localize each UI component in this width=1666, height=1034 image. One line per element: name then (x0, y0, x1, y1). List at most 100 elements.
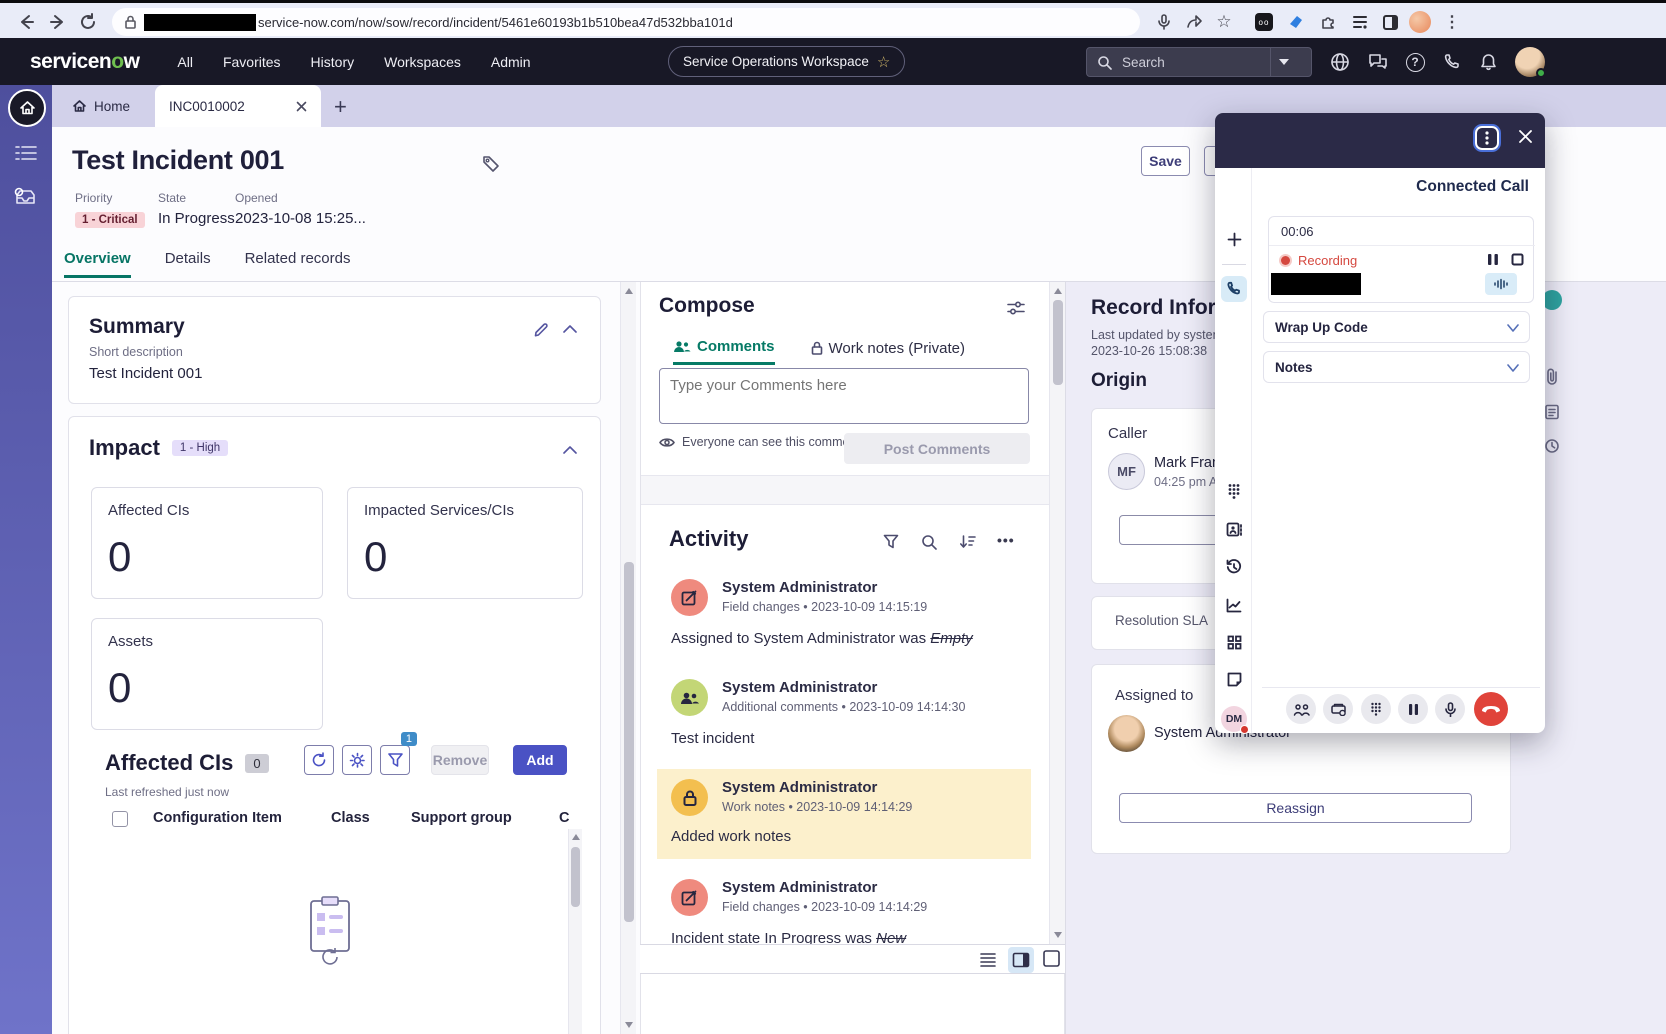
browser-forward-icon[interactable] (46, 10, 70, 34)
reading-list-icon[interactable] (1348, 10, 1372, 34)
servicenow-logo[interactable]: servicenow (30, 50, 139, 74)
remove-button[interactable]: Remove (431, 745, 489, 775)
nav-history[interactable]: History (311, 54, 355, 70)
col-configuration-item[interactable]: Configuration Item (153, 810, 282, 826)
col-support-group[interactable]: Support group (411, 810, 512, 826)
add-button[interactable]: Add (513, 745, 567, 775)
browser-refresh-icon[interactable] (76, 10, 100, 34)
browser-profile-avatar[interactable] (1408, 10, 1432, 34)
assignee-avatar[interactable] (1108, 715, 1145, 752)
search-input[interactable] (1120, 54, 1270, 71)
col-truncated[interactable]: C (559, 810, 569, 826)
share-icon[interactable] (1182, 10, 1206, 34)
mic-permission-icon[interactable] (1152, 10, 1176, 34)
stat-affected-cis[interactable]: Affected CIs 0 (91, 487, 323, 599)
tag-icon[interactable] (482, 155, 500, 173)
rail-list-icon[interactable] (15, 145, 37, 161)
extension-dark-icon[interactable]: oo (1252, 10, 1276, 34)
tab-home[interactable]: Home (56, 85, 146, 127)
hold-call-icon[interactable] (1398, 694, 1428, 724)
stat-assets[interactable]: Assets 0 (91, 618, 323, 730)
history-rail-icon[interactable] (1544, 438, 1576, 454)
chat-icon[interactable] (1363, 47, 1393, 77)
attachment-icon[interactable] (1544, 368, 1576, 386)
activity-scrollbar[interactable] (1049, 282, 1065, 944)
notes-expander[interactable]: Notes (1263, 351, 1530, 383)
caller-avatar[interactable]: MF (1108, 453, 1145, 490)
caller-name[interactable]: Mark Fran (1154, 455, 1220, 471)
search-context-dropdown[interactable] (1270, 48, 1297, 76)
stop-recording-icon[interactable] (1511, 253, 1524, 266)
activity-search-icon[interactable] (921, 534, 937, 550)
call-panel-menu-icon[interactable] (1475, 126, 1499, 150)
tab-incident[interactable]: INC0010002 (155, 85, 321, 127)
global-search[interactable] (1086, 47, 1312, 77)
compose-settings-icon[interactable] (1007, 300, 1025, 316)
tab-related-records[interactable]: Related records (245, 250, 351, 278)
post-comments-button[interactable]: Post Comments (844, 433, 1030, 464)
entry-author[interactable]: System Administrator (722, 679, 965, 696)
tab-comments[interactable]: Comments (673, 338, 775, 365)
collapse-summary-icon[interactable] (563, 324, 577, 333)
extension-blue-icon[interactable] (1284, 10, 1308, 34)
tab-overview[interactable]: Overview (64, 250, 131, 278)
contact-card-icon[interactable] (1221, 516, 1247, 542)
transfer-device-icon[interactable] (1323, 694, 1353, 724)
add-call-icon[interactable] (1221, 226, 1247, 252)
notifications-bell-icon[interactable] (1473, 47, 1503, 77)
tab-details[interactable]: Details (165, 250, 211, 278)
refresh-list-icon[interactable] (304, 745, 334, 775)
full-view-icon[interactable] (1042, 949, 1061, 968)
call-history-icon[interactable] (1221, 554, 1247, 580)
entry-author[interactable]: System Administrator (722, 879, 927, 896)
apps-grid-icon[interactable] (1221, 629, 1247, 655)
keypad-icon[interactable] (1361, 694, 1391, 724)
activity-more-icon[interactable]: ••• (997, 532, 1015, 548)
nav-all[interactable]: All (177, 54, 193, 70)
notes-rail-icon[interactable] (1221, 666, 1247, 692)
favorite-star-icon[interactable]: ☆ (877, 53, 890, 71)
nav-admin[interactable]: Admin (491, 54, 531, 70)
mute-mic-icon[interactable] (1435, 694, 1465, 724)
activity-sort-icon[interactable] (959, 534, 976, 550)
end-call-button[interactable] (1474, 692, 1508, 726)
stat-impacted-services[interactable]: Impacted Services/CIs 0 (347, 487, 583, 599)
nav-workspaces[interactable]: Workspaces (384, 54, 461, 70)
dialpad-rail-icon[interactable] (1221, 478, 1247, 504)
browser-menu-icon[interactable]: ⋮ (1440, 10, 1464, 34)
table-scrollbar[interactable] (568, 829, 582, 1034)
call-analytics-icon[interactable] (1221, 592, 1247, 618)
nav-favorites[interactable]: Favorites (223, 54, 281, 70)
edit-summary-icon[interactable] (533, 321, 550, 338)
comment-textarea[interactable] (659, 368, 1029, 424)
extensions-puzzle-icon[interactable] (1316, 10, 1340, 34)
collapse-impact-icon[interactable] (563, 445, 577, 454)
save-button[interactable]: Save (1141, 146, 1190, 176)
pause-recording-icon[interactable] (1487, 253, 1499, 266)
wrap-up-code-expander[interactable]: Wrap Up Code (1263, 311, 1530, 343)
close-tab-icon[interactable] (296, 101, 307, 112)
agent-presence-avatar[interactable]: DM (1221, 706, 1247, 732)
col-class[interactable]: Class (331, 810, 370, 826)
user-avatar[interactable] (1515, 47, 1545, 77)
overview-scrollbar[interactable] (620, 282, 636, 1034)
call-panel-close-icon[interactable] (1518, 129, 1533, 144)
details-rail-icon[interactable] (1544, 404, 1576, 420)
help-icon[interactable]: ? (1400, 47, 1430, 77)
globe-icon[interactable] (1325, 47, 1355, 77)
rail-inbox-icon[interactable] (13, 187, 38, 209)
browser-back-icon[interactable] (14, 10, 38, 34)
list-view-icon[interactable] (978, 949, 998, 969)
new-tab-icon[interactable]: + (334, 94, 347, 120)
audio-waveform-button[interactable] (1485, 273, 1517, 295)
split-view-icon[interactable] (1008, 947, 1034, 973)
workspace-switcher[interactable]: Service Operations Workspace ☆ (668, 46, 905, 77)
reassign-button[interactable]: Reassign (1119, 793, 1472, 823)
activity-filter-icon[interactable] (883, 534, 899, 550)
tab-work-notes[interactable]: Work notes (Private) (811, 338, 965, 365)
list-settings-icon[interactable] (342, 745, 372, 775)
bookmark-star-icon[interactable]: ☆ (1212, 10, 1236, 34)
entry-author[interactable]: System Administrator (722, 779, 912, 796)
home-rail-button[interactable] (8, 89, 46, 127)
address-bar[interactable]: service-now.com/now/sow/record/incident/… (112, 8, 1140, 36)
